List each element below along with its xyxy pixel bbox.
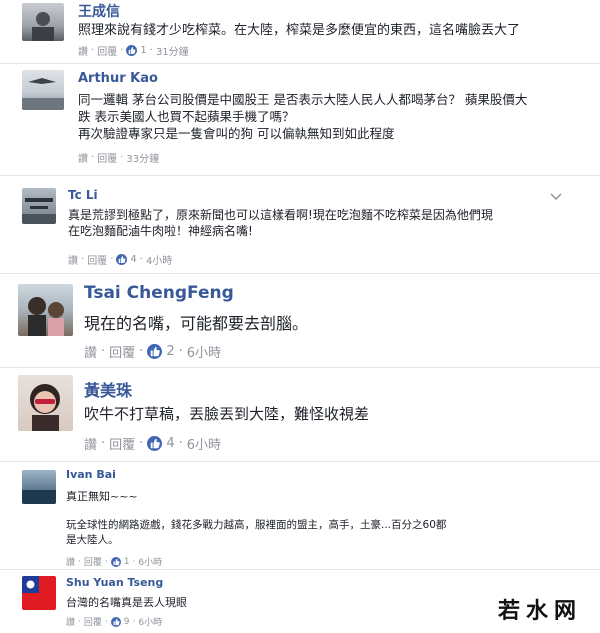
comment-text: 真正無知~~~ — [66, 490, 138, 503]
comment-text: 真是荒謬到極點了，原來新聞也可以這樣看啊!現在吃泡麵不吃榨菜是因為他們現 在吃泡… — [68, 208, 493, 238]
avatar-photo-icon — [32, 12, 54, 41]
reaction-count[interactable]: 2 — [166, 344, 174, 359]
commenter-name[interactable]: Shu Yuan Tseng — [66, 576, 163, 589]
reaction-count[interactable]: 4 — [166, 436, 174, 451]
chevron-down-icon[interactable] — [550, 193, 562, 201]
comment-text: 吹牛不打草稿，丟臉丟到大陸，難怪收視差 — [84, 405, 370, 423]
like-reaction-icon — [116, 254, 128, 265]
commenter-name[interactable]: Tsai ChengFeng — [84, 283, 234, 303]
comment-text-extra: 玩全球性的網路遊戲，錢花多戰力越高，服裡面的盟主，高手，土豪...百分之60都 … — [66, 519, 447, 546]
avatar-photo-icon — [28, 297, 64, 336]
avatar[interactable] — [22, 188, 56, 224]
reply-link[interactable]: 回覆 — [87, 252, 107, 267]
comment-card: Tsai ChengFeng 現在的名嘴，可能都要去剖腦。 讚 · 回覆 · 2… — [0, 274, 600, 366]
reply-link[interactable]: 回覆 — [109, 342, 135, 361]
reaction-count[interactable]: 1 — [124, 557, 130, 567]
avatar-photo-icon — [22, 198, 56, 224]
like-link[interactable]: 讚 — [84, 434, 97, 453]
comment-meta: 讚 · 回覆 · 1 · 6小時 — [66, 555, 163, 568]
timestamp[interactable]: 6小時 — [138, 615, 162, 628]
like-link[interactable]: 讚 — [78, 43, 88, 58]
timestamp[interactable]: 6小時 — [187, 434, 221, 453]
reply-link[interactable]: 回覆 — [109, 434, 135, 453]
commenter-name[interactable]: Ivan Bai — [66, 468, 116, 481]
comment-text: 台灣的名嘴真是丟人現眼 — [66, 596, 187, 609]
timestamp[interactable]: 6小時 — [187, 342, 221, 361]
comment-meta: 讚 · 回覆 · 1 · 31分鐘 — [78, 43, 189, 58]
like-link[interactable]: 讚 — [84, 342, 97, 361]
comment-card: Arthur Kao 同一邏輯 茅台公司股價是中國股王 是否表示大陸人民人人都喝… — [0, 64, 600, 174]
like-reaction-icon — [147, 344, 163, 359]
avatar[interactable] — [22, 70, 64, 110]
comment-meta: 讚 · 回覆 · 2 · 6小時 — [84, 342, 222, 361]
watermark: 若水网 — [497, 599, 582, 624]
avatar[interactable] — [22, 576, 56, 610]
avatar-photo-icon — [22, 78, 64, 110]
reply-link[interactable]: 回覆 — [97, 43, 117, 58]
timestamp[interactable]: 6小時 — [138, 555, 162, 568]
like-reaction-icon — [126, 45, 138, 56]
timestamp[interactable]: 4小時 — [146, 252, 172, 267]
like-link[interactable]: 讚 — [68, 252, 78, 267]
avatar-photo-icon — [30, 384, 60, 431]
comment-meta: 讚 · 回覆 · 33分鐘 — [78, 150, 160, 165]
reaction-count[interactable]: 9 — [124, 617, 130, 627]
like-link[interactable]: 讚 — [78, 150, 88, 165]
avatar[interactable] — [22, 470, 56, 504]
like-reaction-icon — [110, 616, 121, 627]
commenter-name[interactable]: Tc Li — [68, 188, 98, 202]
reaction-count[interactable]: 4 — [130, 254, 136, 265]
comment-card: Tc Li 真是荒謬到極點了，原來新聞也可以這樣看啊!現在吃泡麵不吃榨菜是因為他… — [0, 176, 600, 272]
comment-meta: 讚 · 回覆 · 4 · 6小時 — [84, 434, 222, 453]
comment-text: 同一邏輯 茅台公司股價是中國股王 是否表示大陸人民人人都喝茅台？ 蘋果股價大 跌… — [78, 92, 528, 141]
like-reaction-icon — [110, 556, 121, 567]
comment-text: 照理來說有錢才少吃榨菜。在大陸，榨菜是多麼便宜的東西，這名嘴臉丟大了 — [78, 23, 521, 38]
like-link[interactable]: 讚 — [66, 555, 75, 568]
avatar-photo-icon — [22, 490, 56, 504]
avatar[interactable] — [18, 284, 73, 336]
comment-text: 現在的名嘴，可能都要去剖腦。 — [84, 314, 309, 333]
reply-link[interactable]: 回覆 — [97, 150, 117, 165]
timestamp[interactable]: 31分鐘 — [156, 43, 189, 58]
avatar-flag-icon — [22, 576, 56, 610]
reply-link[interactable]: 回覆 — [84, 555, 102, 568]
comment-meta: 讚 · 回覆 · 4 · 4小時 — [68, 252, 173, 267]
commenter-name[interactable]: Arthur Kao — [78, 71, 158, 86]
commenter-name[interactable]: 王成信 — [78, 1, 120, 21]
reaction-count[interactable]: 1 — [140, 45, 146, 56]
commenter-name[interactable]: 黃美珠 — [84, 377, 132, 401]
comment-card: Ivan Bai 真正無知~~~ 玩全球性的網路遊戲，錢花多戰力越高，服裡面的盟… — [0, 462, 600, 568]
avatar[interactable] — [18, 375, 73, 431]
comment-meta: 讚 · 回覆 · 9 · 6小時 — [66, 615, 163, 628]
avatar[interactable] — [22, 3, 64, 41]
comment-card: 王成信 照理來說有錢才少吃榨菜。在大陸，榨菜是多麼便宜的東西，這名嘴臉丟大了 讚… — [0, 0, 600, 62]
timestamp[interactable]: 33分鐘 — [126, 150, 159, 165]
like-reaction-icon — [147, 436, 163, 451]
reply-link[interactable]: 回覆 — [84, 615, 102, 628]
comment-card: 黃美珠 吹牛不打草稿，丟臉丟到大陸，難怪收視差 讚 · 回覆 · 4 · 6小時 — [0, 368, 600, 460]
like-link[interactable]: 讚 — [66, 615, 75, 628]
